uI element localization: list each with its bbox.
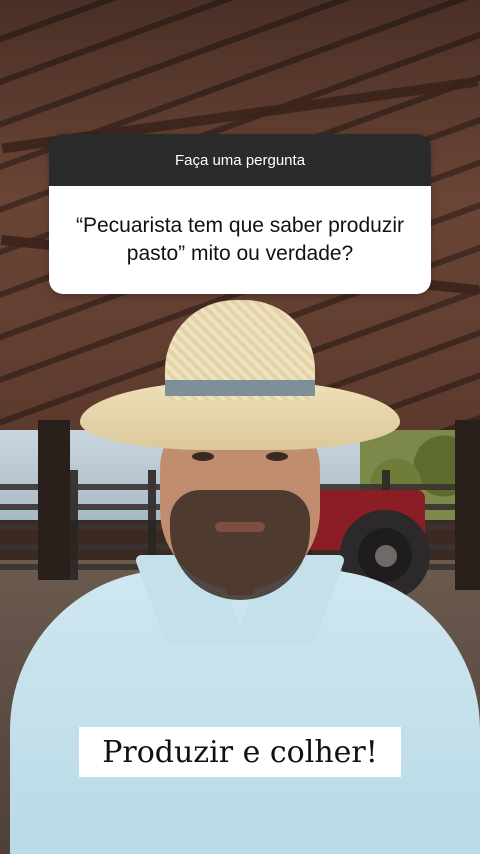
right-eye (266, 452, 288, 461)
video-background (0, 0, 480, 854)
question-sticker[interactable]: Faça uma pergunta “Pecuarista tem que sa… (49, 134, 431, 294)
question-sticker-header: Faça uma pergunta (49, 134, 431, 186)
mouth (215, 522, 265, 532)
question-sticker-text: “Pecuarista tem que saber produzir pasto… (49, 186, 431, 294)
caption-text: Produzir e colher! (79, 727, 401, 777)
hat-band (165, 380, 315, 396)
left-eye (192, 452, 214, 461)
